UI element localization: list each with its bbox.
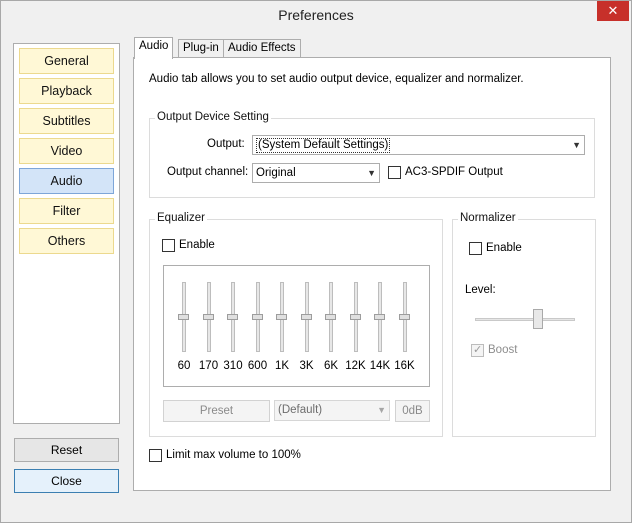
eq-band-label: 16K xyxy=(394,360,415,372)
normalizer-enable-checkbox[interactable] xyxy=(469,242,482,255)
eq-band-thumb[interactable] xyxy=(349,314,361,320)
preferences-window: Preferences ✕ General Playback Subtitles… xyxy=(0,0,632,523)
preset-select[interactable]: (Default) ▼ xyxy=(274,400,390,421)
eq-band-label: 600 xyxy=(247,360,268,372)
normalizer-enable-label: Enable xyxy=(486,242,522,254)
eq-band-thumb[interactable] xyxy=(300,314,312,320)
eq-band-label: 310 xyxy=(223,360,243,372)
output-device-group-label: Output Device Setting xyxy=(155,111,271,123)
reset-button[interactable]: Reset xyxy=(14,438,119,462)
normalizer-level-slider[interactable] xyxy=(475,318,575,321)
equalizer-enable-label: Enable xyxy=(179,239,215,251)
output-channel-value: Original xyxy=(256,167,296,179)
nav-item-filter[interactable]: Filter xyxy=(19,198,114,224)
output-device-group: Output Device Setting Output: (System De… xyxy=(149,111,595,198)
eq-band-thumb[interactable] xyxy=(398,314,410,320)
eq-band-label: 12K xyxy=(345,360,366,372)
chevron-down-icon: ▼ xyxy=(367,168,376,178)
chevron-down-icon: ▼ xyxy=(572,140,581,150)
boost-checkbox[interactable] xyxy=(471,343,484,357)
nav-item-audio[interactable]: Audio xyxy=(19,168,114,194)
preset-value: (Default) xyxy=(278,404,323,416)
tab-audio[interactable]: Audio xyxy=(134,37,174,59)
normalizer-level-label: Level: xyxy=(465,284,496,296)
equalizer-group: Equalizer Enable 60 170 310 600 1K 3K 6K 12K 14K… xyxy=(149,212,443,437)
nav-item-subtitles[interactable]: Subtitles xyxy=(19,108,114,134)
ac3-spdif-label: AC3-SPDIF Output xyxy=(405,166,503,178)
zero-db-button[interactable]: 0dB xyxy=(395,400,430,422)
eq-band-thumb[interactable] xyxy=(374,314,385,320)
eq-band-thumb[interactable] xyxy=(202,314,214,320)
equalizer-bands: 60 170 310 600 1K 3K 6K 12K 14K 16K xyxy=(163,265,430,387)
boost-label: Boost xyxy=(488,344,518,356)
output-device-select[interactable]: (System Default Settings) ▼ xyxy=(252,135,585,155)
eq-band-label: 6K xyxy=(323,360,339,372)
normalizer-group-label: Normalizer xyxy=(458,212,518,224)
nav-item-playback[interactable]: Playback xyxy=(19,78,114,104)
eq-band-thumb[interactable] xyxy=(325,314,336,320)
limit-volume-label: Limit max volume to 100% xyxy=(166,449,301,461)
output-label: Output: xyxy=(207,138,245,150)
preset-button[interactable]: Preset xyxy=(163,400,270,422)
nav-item-general[interactable]: General xyxy=(19,48,114,74)
chevron-down-icon: ▼ xyxy=(377,405,386,415)
eq-band-thumb[interactable] xyxy=(178,314,189,320)
window-title: Preferences xyxy=(278,7,354,23)
normalizer-group: Normalizer Enable Level: Boost xyxy=(452,212,596,437)
eq-band-label: 1K xyxy=(274,360,290,372)
audio-description: Audio tab allows you to set audio output… xyxy=(149,73,524,85)
ac3-spdif-checkbox[interactable] xyxy=(388,166,401,179)
normalizer-level-thumb[interactable] xyxy=(533,309,543,329)
eq-band-thumb[interactable] xyxy=(251,314,263,320)
category-list: General Playback Subtitles Video Audio F… xyxy=(13,43,120,424)
eq-band-thumb[interactable] xyxy=(276,314,287,320)
nav-item-video[interactable]: Video xyxy=(19,138,114,164)
tab-plug-in[interactable]: Plug-in xyxy=(178,39,224,58)
close-button[interactable]: Close xyxy=(14,469,119,493)
output-device-value: (System Default Settings) xyxy=(256,138,391,153)
nav-item-others[interactable]: Others xyxy=(19,228,114,254)
output-channel-label: Output channel: xyxy=(167,166,249,178)
eq-band-thumb[interactable] xyxy=(227,314,238,320)
audio-tab-panel: Audio tab allows you to set audio output… xyxy=(133,57,611,491)
title-bar[interactable]: Preferences ✕ xyxy=(1,1,631,31)
equalizer-group-label: Equalizer xyxy=(155,212,207,224)
tab-audio-effects[interactable]: Audio Effects xyxy=(223,39,301,58)
window-close-icon[interactable]: ✕ xyxy=(597,1,629,21)
eq-band-label: 60 xyxy=(177,360,191,372)
limit-volume-checkbox[interactable] xyxy=(149,449,162,462)
eq-band-label: 3K xyxy=(299,360,314,372)
output-channel-select[interactable]: Original ▼ xyxy=(252,163,380,183)
eq-band-label: 170 xyxy=(198,360,219,372)
equalizer-enable-checkbox[interactable] xyxy=(162,239,175,252)
eq-band-label: 14K xyxy=(369,360,391,372)
